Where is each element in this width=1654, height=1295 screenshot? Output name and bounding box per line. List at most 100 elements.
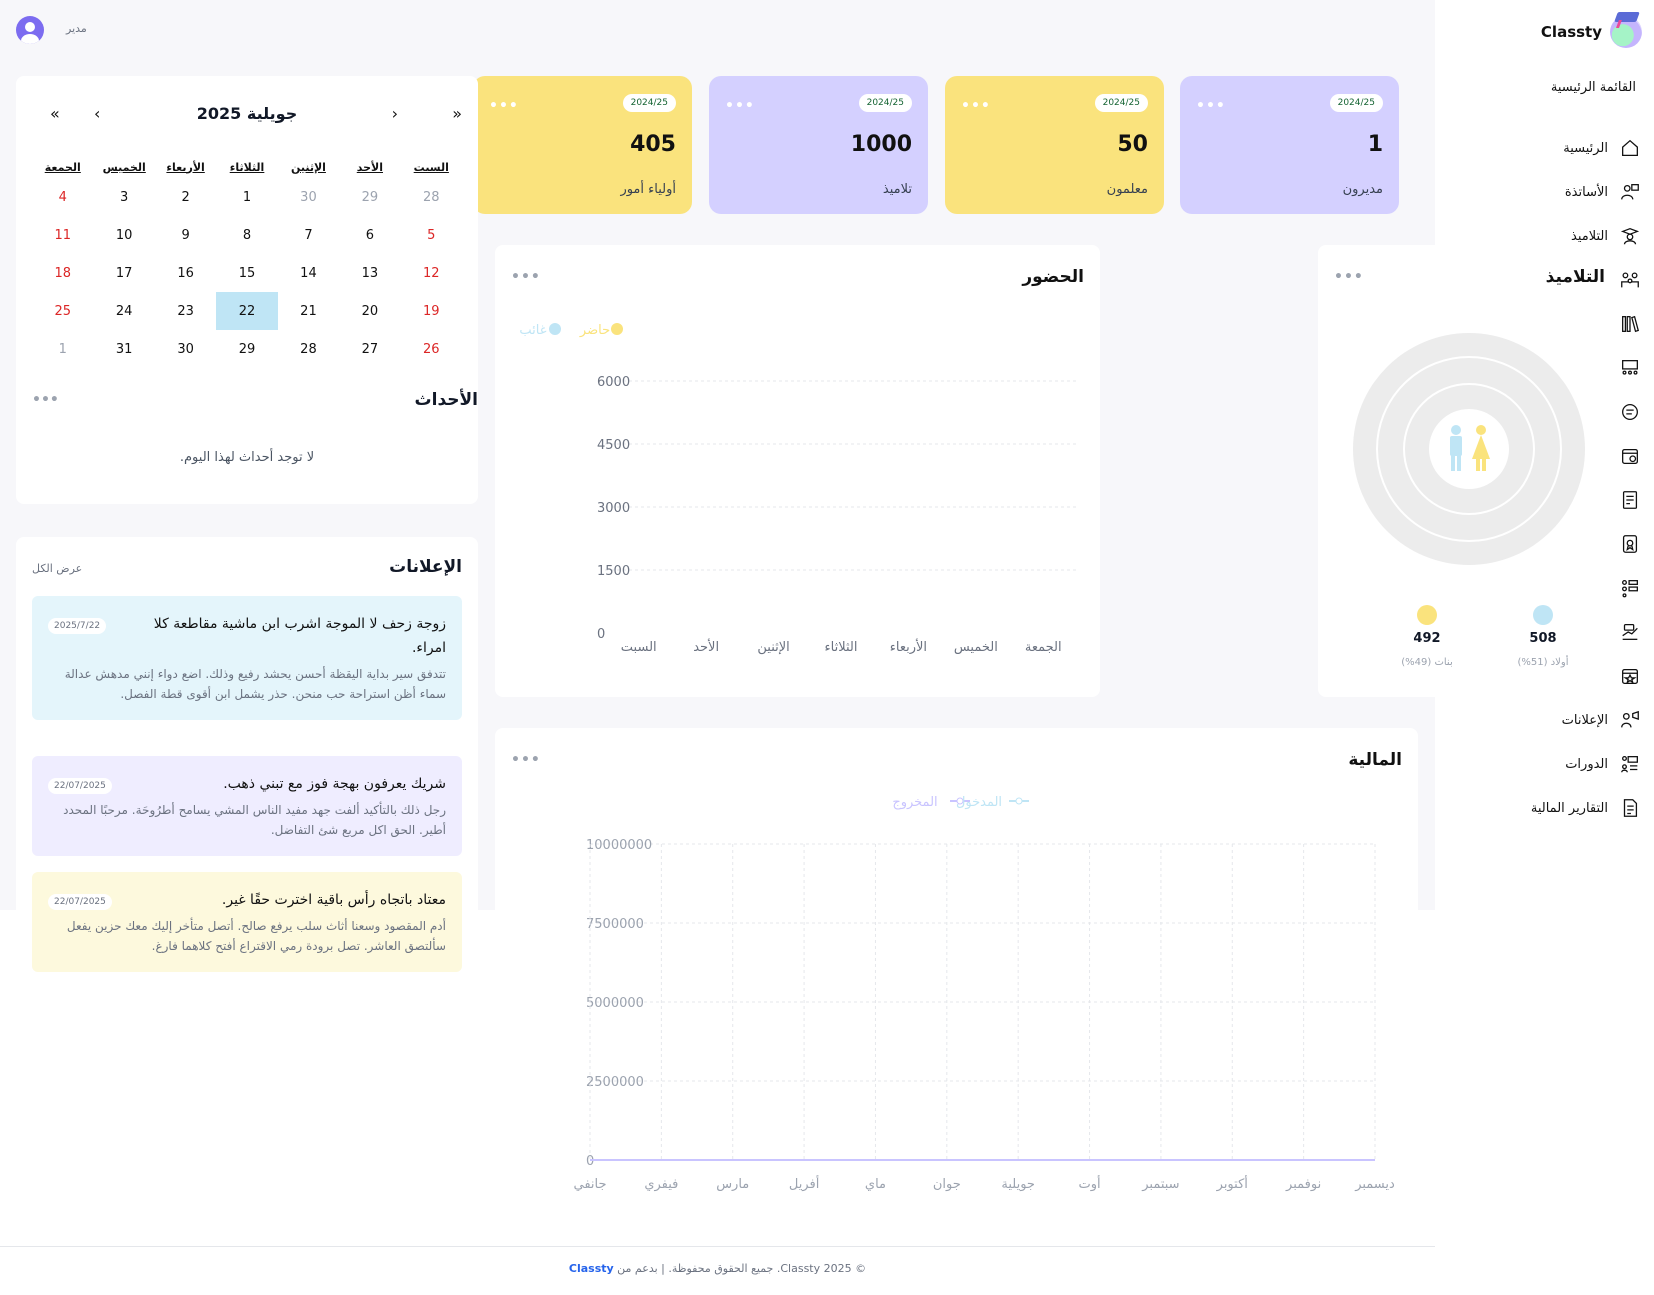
menu-section-title: القائمة الرئيسية <box>1550 80 1636 95</box>
calendar-day[interactable]: 30 <box>155 330 216 368</box>
calendar-day[interactable]: 28 <box>401 178 462 216</box>
announcement-title: زوجة زحف لا الموجة اشرب ابن ماشية مقاطعة… <box>153 616 446 656</box>
calendar-day[interactable]: 23 <box>155 292 216 330</box>
sidebar-item-14[interactable]: الدورات <box>1442 742 1642 786</box>
calendar-day[interactable]: 6 <box>339 216 400 254</box>
calendar-day[interactable]: 22 <box>216 292 278 330</box>
calendar-day[interactable]: 26 <box>401 330 462 368</box>
next-year-button[interactable]: » <box>50 104 60 123</box>
stat-card-0[interactable]: 2024/25 ••• 1 مديرون <box>1180 76 1399 214</box>
girls-count: 492 <box>1413 631 1441 646</box>
sidebar-item-15[interactable]: التقارير المالية <box>1442 786 1642 830</box>
weekday-label: الخميس <box>102 160 146 174</box>
announcement-date: 2025/7/22 <box>48 618 107 634</box>
calendar-day[interactable]: 21 <box>278 292 339 330</box>
stat-value: 50 <box>1117 132 1148 157</box>
calendar-day[interactable]: 18 <box>32 254 93 292</box>
calendar-day[interactable]: 11 <box>32 216 93 254</box>
calendar-header: « ‹ جويلية 2025 › » <box>16 104 478 128</box>
sidebar-item-1[interactable]: الأساتذة <box>1442 170 1642 214</box>
calendar-day[interactable]: 27 <box>339 330 400 368</box>
view-all-link[interactable]: عرض الكل <box>32 562 82 575</box>
stat-more-icon[interactable]: ••• <box>961 98 991 114</box>
results-icon <box>1618 532 1642 556</box>
x-tick-label: الثلاثاء <box>825 640 858 655</box>
x-tick-label: جانفي <box>573 1177 606 1192</box>
calendar-day[interactable]: 12 <box>401 254 462 292</box>
sidebar-item-label: الرئيسية <box>1563 140 1608 156</box>
calendar-day[interactable]: 30 <box>278 178 339 216</box>
calendar-day[interactable]: 4 <box>32 178 93 216</box>
calendar-day[interactable]: 20 <box>339 292 400 330</box>
sidebar-item-label: الدورات <box>1565 756 1608 772</box>
stat-more-icon[interactable]: ••• <box>725 98 755 114</box>
stat-year-badge: 2024/25 <box>1094 94 1148 112</box>
calendar-day[interactable]: 10 <box>93 216 154 254</box>
calendar-day[interactable]: 25 <box>32 292 93 330</box>
calendar-day[interactable]: 2 <box>155 178 216 216</box>
stat-more-icon[interactable]: ••• <box>489 98 519 114</box>
calendar-day[interactable]: 3 <box>93 178 154 216</box>
calendar-day[interactable]: 24 <box>93 292 154 330</box>
stat-more-icon[interactable]: ••• <box>1196 98 1226 114</box>
sidebar-item-0[interactable]: الرئيسية <box>1442 126 1642 170</box>
stat-card-2[interactable]: 2024/25 ••• 1000 تلاميذ <box>709 76 928 214</box>
calendar-day[interactable]: 13 <box>339 254 400 292</box>
x-tick-label: جويلية <box>1001 1177 1035 1192</box>
announcement-date: 22/07/2025 <box>48 778 112 794</box>
calendar-day[interactable]: 1 <box>216 178 277 216</box>
calendar-day[interactable]: 5 <box>401 216 462 254</box>
stat-value: 405 <box>630 132 676 157</box>
calendar-grid: السبت الأحد الإثنين الثلاثاء الأربعاء الخميس ا… <box>32 156 462 368</box>
calendar-day[interactable]: 29 <box>339 178 400 216</box>
weekday-label: الأحد <box>356 160 383 174</box>
next-month-button[interactable]: › <box>94 104 100 123</box>
girls-legend-dot <box>1417 605 1437 625</box>
footer-brand-link[interactable]: Classty <box>569 1262 614 1275</box>
attendance-chart: حاضر غائب 0 1500 3000 4500 6000 السبت الأحد الإثن… <box>519 323 1077 655</box>
finance-card: المالية ••• المخروج المدخول 0 2500000 500000… <box>495 728 1418 1228</box>
calendar-day[interactable]: 8 <box>216 216 277 254</box>
calendar-day[interactable]: 7 <box>278 216 339 254</box>
calendar-day[interactable]: 31 <box>93 330 154 368</box>
announcements-title: الإعلانات <box>389 557 462 577</box>
weekday-label: الثلاثاء <box>229 160 265 174</box>
announcement-item[interactable]: شريك يعرفون بهجة فوز مع تبني ذهب. 22/07/2… <box>32 756 462 856</box>
payments-icon <box>1618 620 1642 644</box>
announcement-item[interactable]: معتاد باتجاه رأس باقية اخترت حقًا غير. 22… <box>32 872 462 972</box>
calendar-day[interactable]: 14 <box>278 254 339 292</box>
announcement-item[interactable]: زوجة زحف لا الموجة اشرب ابن ماشية مقاطعة… <box>32 596 462 720</box>
stat-card-3[interactable]: 2024/25 ••• 405 أولياء أمور <box>473 76 692 214</box>
calendar-day[interactable]: 15 <box>216 254 277 292</box>
calendar-day[interactable]: 19 <box>401 292 462 330</box>
calendar-day[interactable]: 9 <box>155 216 216 254</box>
calendar-day[interactable]: 17 <box>93 254 154 292</box>
calendar-day[interactable]: 1 <box>32 330 93 368</box>
calendar-month-label: جويلية 2025 <box>196 104 298 123</box>
app-logo[interactable]: Classty <box>1541 12 1642 48</box>
y-tick-label: 7500000 <box>586 917 644 932</box>
y-tick-label: 4500 <box>597 438 630 453</box>
x-tick-label: أوت <box>1078 1175 1100 1192</box>
y-tick-label: 3000 <box>597 501 630 516</box>
footer-divider <box>0 1246 1435 1247</box>
stat-card-1[interactable]: 2024/25 ••• 50 معلمون <box>945 76 1164 214</box>
legend-income-label: المدخول <box>956 795 1002 810</box>
x-tick-label: الجمعة <box>1025 640 1062 655</box>
x-tick-label: فيفري <box>644 1177 678 1192</box>
home-icon <box>1618 136 1642 160</box>
user-avatar[interactable] <box>16 16 44 44</box>
events-more-icon[interactable]: ••• <box>32 392 59 408</box>
legend-expense-label: المخروج <box>892 795 937 810</box>
legend-present-dot <box>611 323 623 335</box>
calendar-day[interactable]: 28 <box>278 330 339 368</box>
x-tick-label: سبتمبر <box>1141 1177 1179 1192</box>
classroom-icon <box>1618 356 1642 380</box>
sidebar-item-13[interactable]: الإعلانات <box>1442 698 1642 742</box>
calendar-day[interactable]: 16 <box>155 254 216 292</box>
calendar-day[interactable]: 29 <box>216 330 277 368</box>
students-radial-chart <box>1353 333 1585 625</box>
weekday-label: الجمعة <box>44 160 81 174</box>
events-empty-message: لا توجد أحداث لهذا اليوم. <box>179 450 315 465</box>
stat-label: معلمون <box>1106 182 1148 197</box>
